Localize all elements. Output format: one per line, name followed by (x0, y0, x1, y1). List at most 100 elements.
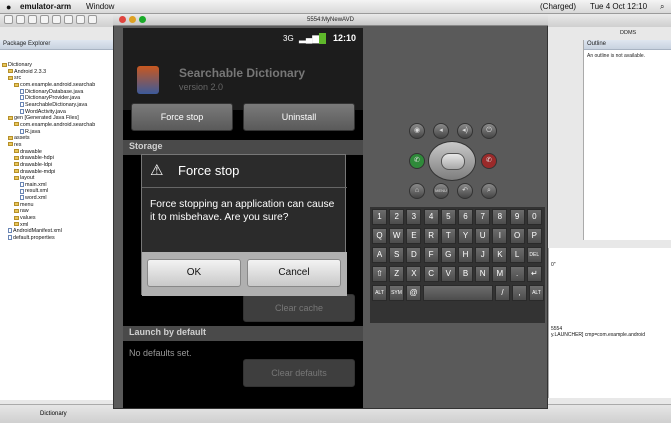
tree-item[interactable]: com.example.android.searchab (2, 82, 95, 89)
tree-item[interactable]: Android 2.3.3 (2, 69, 95, 76)
tree-item[interactable]: DictionaryProvider.java (2, 95, 95, 102)
key[interactable]: . (509, 266, 525, 282)
package-explorer-tab[interactable]: Package Explorer (0, 40, 120, 50)
tree-item[interactable]: src (2, 75, 95, 82)
menu-icon[interactable]: MENU (433, 183, 449, 199)
key[interactable]: A (372, 247, 387, 263)
tree-item[interactable]: layout (2, 175, 95, 182)
key[interactable]: U (475, 228, 491, 244)
key[interactable]: 5 (440, 209, 456, 225)
tree-item[interactable]: AndroidManifest.xml (2, 228, 95, 235)
tree-item[interactable]: drawable-hdpi (2, 155, 95, 162)
key[interactable]: H (458, 247, 473, 263)
ddms-perspective[interactable]: DDMS (620, 30, 636, 36)
tree-item[interactable]: drawable-mdpi (2, 169, 95, 176)
tree-item[interactable]: drawable (2, 149, 95, 156)
key[interactable]: M (492, 266, 508, 282)
tree-item[interactable]: gen [Generated Java Files] (2, 115, 95, 122)
volume-down-icon[interactable]: ◂ (433, 123, 449, 139)
tree-item[interactable]: com.example.android.searchab (2, 122, 95, 129)
run-icon[interactable] (40, 15, 49, 24)
minimize-icon[interactable] (129, 16, 136, 23)
tree-item[interactable]: xml (2, 222, 95, 229)
zoom-icon[interactable] (139, 16, 146, 23)
avd-manager-icon[interactable] (76, 15, 85, 24)
tree-item[interactable]: values (2, 215, 95, 222)
key[interactable]: 1 (372, 209, 387, 225)
clear-cache-button[interactable]: Clear cache (243, 294, 355, 322)
key[interactable]: L (509, 247, 525, 263)
key[interactable]: B (458, 266, 473, 282)
key[interactable]: DEL (526, 247, 542, 263)
key[interactable]: 6 (458, 209, 473, 225)
key[interactable]: 0 (526, 209, 542, 225)
key[interactable]: D (406, 247, 422, 263)
new-icon[interactable] (4, 15, 13, 24)
cancel-button[interactable]: Cancel (247, 259, 341, 287)
search-icon[interactable]: ⌕ (481, 183, 497, 199)
key[interactable]: N (475, 266, 491, 282)
key[interactable]: 9 (509, 209, 525, 225)
key[interactable]: Y (458, 228, 473, 244)
key[interactable]: ALT (529, 285, 544, 301)
key[interactable]: ALT (372, 285, 387, 301)
clear-defaults-button[interactable]: Clear defaults (243, 359, 355, 387)
call-icon[interactable]: ✆ (409, 153, 425, 169)
tree-item[interactable]: assets (2, 135, 95, 142)
key[interactable]: 7 (475, 209, 491, 225)
camera-icon[interactable]: ◉ (409, 123, 425, 139)
key[interactable]: O (509, 228, 525, 244)
save-icon[interactable] (16, 15, 25, 24)
key[interactable]: ↵ (526, 266, 542, 282)
apple-icon[interactable]: ● (6, 2, 11, 12)
key[interactable]: V (440, 266, 456, 282)
key[interactable]: X (406, 266, 422, 282)
key[interactable]: , (512, 285, 527, 301)
tree-item[interactable]: drawable-ldpi (2, 162, 95, 169)
tree-item[interactable]: menu (2, 202, 95, 209)
print-icon[interactable] (28, 15, 37, 24)
key[interactable]: P (526, 228, 542, 244)
tree-item[interactable]: SearchableDictionary.java (2, 102, 95, 109)
key[interactable]: K (492, 247, 508, 263)
dpad[interactable] (428, 141, 476, 181)
key[interactable]: F (423, 247, 439, 263)
uninstall-button[interactable]: Uninstall (243, 103, 355, 131)
back-icon[interactable]: ↶ (457, 183, 473, 199)
power-icon[interactable]: ⏻ (481, 123, 497, 139)
key[interactable]: C (423, 266, 439, 282)
key[interactable]: R (423, 228, 439, 244)
home-icon[interactable]: ⌂ (409, 183, 425, 199)
debug-icon[interactable] (52, 15, 61, 24)
key[interactable]: ⇧ (372, 266, 387, 282)
key[interactable]: T (440, 228, 456, 244)
key[interactable]: W (389, 228, 405, 244)
tree-item[interactable]: res (2, 142, 95, 149)
tree-item[interactable]: raw (2, 208, 95, 215)
key[interactable]: I (492, 228, 508, 244)
key[interactable]: @ (406, 285, 421, 301)
key[interactable]: S (389, 247, 405, 263)
key[interactable]: 4 (423, 209, 439, 225)
key[interactable]: Z (389, 266, 405, 282)
end-call-icon[interactable]: ✆ (481, 153, 497, 169)
close-icon[interactable] (119, 16, 126, 23)
tree-item[interactable]: default.properties (2, 235, 95, 242)
key[interactable]: SYM (389, 285, 404, 301)
tree-item[interactable]: DictionaryDatabase.java (2, 89, 95, 96)
space-key[interactable] (423, 285, 493, 301)
search-toolbar-icon[interactable] (88, 15, 97, 24)
menu-app[interactable]: emulator-arm (20, 2, 71, 11)
volume-up-icon[interactable]: ◂) (457, 123, 473, 139)
key[interactable]: Q (372, 228, 387, 244)
tree-item[interactable]: R.java (2, 129, 95, 136)
menu-window[interactable]: Window (86, 2, 114, 11)
tree-item[interactable]: word.xml (2, 195, 95, 202)
key[interactable]: E (406, 228, 422, 244)
ok-button[interactable]: OK (147, 259, 241, 287)
force-stop-button[interactable]: Force stop (131, 103, 233, 131)
tree-item[interactable]: WordActivity.java (2, 109, 95, 116)
key[interactable]: 8 (492, 209, 508, 225)
tree-item[interactable]: Dictionary (2, 62, 95, 69)
key[interactable]: 2 (389, 209, 405, 225)
